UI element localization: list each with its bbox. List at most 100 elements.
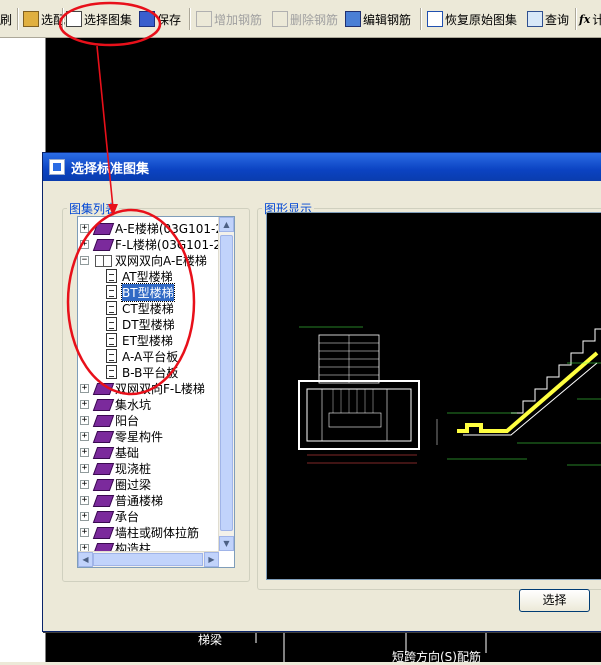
fx-icon: fx (579, 12, 591, 26)
book-icon (94, 221, 112, 235)
expand-icon[interactable]: + (80, 223, 89, 233)
book-icon (94, 493, 112, 507)
tree-item[interactable]: + 零星构件 (80, 428, 163, 444)
tree-item-label: 墙柱或砌体拉筋 (115, 525, 200, 540)
expand-icon[interactable]: + (80, 479, 89, 489)
tree-item-label: 零星构件 (115, 429, 164, 444)
book-icon (94, 397, 112, 411)
scroll-right-icon[interactable]: ▶ (204, 552, 219, 567)
tree-item-label: BT型楼梯 (121, 282, 175, 302)
delete-rebar-icon (272, 11, 288, 27)
scroll-down-icon[interactable]: ▼ (219, 536, 234, 551)
hscroll-thumb[interactable] (93, 553, 203, 566)
expand-icon[interactable]: + (80, 463, 89, 473)
edit-rebar-button[interactable]: 编辑钢筋 (345, 9, 411, 29)
tree-item-label: 阳台 (115, 413, 140, 428)
book-icon (94, 429, 112, 443)
expand-icon[interactable]: + (80, 431, 89, 441)
tree-item[interactable]: + 基础 (80, 444, 139, 460)
document-icon (106, 365, 117, 379)
expand-icon[interactable]: + (80, 447, 89, 457)
tree-item-label: F-L楼梯(03G101-2) (115, 237, 226, 252)
document-icon (106, 349, 117, 363)
book-icon (94, 381, 112, 395)
atlas-tree[interactable]: + A-E楼梯(03G101-2) + F-L楼梯(03G101-2) − 双网双向A-E… (77, 216, 235, 568)
expand-icon[interactable]: + (80, 399, 89, 409)
cad-label-beam: 梯梁 (198, 633, 223, 647)
toolbar-item-label: 保存 (157, 12, 182, 27)
toolbar-item-label: 查询 (545, 12, 570, 27)
tree-item[interactable]: CT型楼梯 (106, 300, 174, 316)
document-icon (106, 269, 117, 283)
tree-item-label: 现浇桩 (115, 461, 152, 476)
select-atlas-button[interactable]: 选择图集 (66, 9, 132, 29)
expand-icon[interactable]: + (80, 239, 89, 249)
add-rebar-button[interactable]: 增加钢筋 (196, 9, 262, 29)
book-icon (94, 525, 112, 539)
tree-item[interactable]: + 集水坑 (80, 396, 151, 412)
tree-item[interactable]: + 承台 (80, 508, 139, 524)
toolbar-item-label: 删除钢筋 (290, 12, 339, 27)
toolbar-item-match[interactable]: 选配 (23, 9, 65, 29)
tree-item-label: B-B平台板 (122, 365, 179, 380)
tree-item[interactable]: ET型楼梯 (106, 332, 173, 348)
expand-icon[interactable]: + (80, 495, 89, 505)
tree-item[interactable]: − 双网双向A-E楼梯 (80, 252, 207, 268)
vertical-scrollbar[interactable]: ▲ ▼ (218, 217, 234, 551)
tree-item[interactable]: + 圈过梁 (80, 476, 151, 492)
query-button[interactable]: 查询 (527, 9, 569, 29)
collapse-icon[interactable]: − (80, 255, 89, 265)
toolbar-item-label: 刷 (0, 12, 13, 27)
expand-icon[interactable]: + (80, 511, 89, 521)
tree-item[interactable]: A-A平台板 (106, 348, 178, 364)
delete-rebar-button[interactable]: 删除钢筋 (272, 9, 338, 29)
tree-item[interactable]: BT型楼梯 (106, 282, 175, 302)
save-icon (139, 11, 155, 27)
restore-icon (427, 11, 443, 27)
tree-item[interactable]: + 阳台 (80, 412, 139, 428)
toolbar-separator (575, 8, 577, 30)
toolbar: 刷 选配 选择图集 保存 增加钢筋 删除钢筋 编辑钢筋 恢复原始图集 查询 fx… (0, 0, 601, 38)
preview-panel (266, 212, 601, 580)
document-icon (106, 317, 117, 331)
expand-icon[interactable]: + (80, 383, 89, 393)
toolbar-item-brush[interactable]: 刷 (0, 9, 12, 29)
restore-atlas-button[interactable]: 恢复原始图集 (427, 9, 517, 29)
tree-item[interactable]: + 现浇桩 (80, 460, 151, 476)
tree-item-label: AT型楼梯 (122, 269, 173, 284)
horizontal-scrollbar[interactable]: ◀ ▶ (78, 551, 219, 567)
tree-item[interactable]: + A-E楼梯(03G101-2) (80, 220, 228, 236)
toolbar-item-label: 计 (592, 12, 601, 27)
expand-icon[interactable]: + (80, 415, 89, 425)
calc-button[interactable]: fx 计 (579, 9, 601, 29)
edit-rebar-icon (345, 11, 361, 27)
dialog-titlebar[interactable]: 选择标准图集 (43, 153, 601, 181)
toolbar-item-label: 增加钢筋 (214, 12, 263, 27)
toolbar-separator (62, 8, 64, 30)
tree-item[interactable]: DT型楼梯 (106, 316, 175, 332)
tree-item[interactable]: + 墙柱或砌体拉筋 (80, 524, 199, 540)
toolbar-item-label: 编辑钢筋 (363, 12, 412, 27)
save-button[interactable]: 保存 (139, 9, 181, 29)
document-icon (106, 285, 117, 299)
toolbar-separator (17, 8, 19, 30)
scroll-left-icon[interactable]: ◀ (78, 552, 93, 567)
tree-item-label: 普通楼梯 (115, 493, 164, 508)
tree-item[interactable]: + 双网双向F-L楼梯 (80, 380, 205, 396)
document-icon (106, 301, 117, 315)
tree-item[interactable]: + 普通楼梯 (80, 492, 163, 508)
expand-icon[interactable]: + (80, 527, 89, 537)
tree-item[interactable]: + F-L楼梯(03G101-2) (80, 236, 226, 252)
tree-item-label: CT型楼梯 (122, 301, 174, 316)
tree-item[interactable]: B-B平台板 (106, 364, 178, 380)
scroll-thumb[interactable] (220, 235, 233, 531)
tree-item-label: 集水坑 (115, 397, 152, 412)
select-button[interactable]: 选择 (519, 589, 590, 612)
tree-item-label: 圈过梁 (115, 477, 152, 492)
toolbar-item-label: 选择图集 (84, 12, 133, 27)
book-icon (94, 477, 112, 491)
add-rebar-icon (196, 11, 212, 27)
scroll-up-icon[interactable]: ▲ (219, 217, 234, 232)
document-icon (106, 333, 117, 347)
tree-item[interactable]: AT型楼梯 (106, 268, 173, 284)
